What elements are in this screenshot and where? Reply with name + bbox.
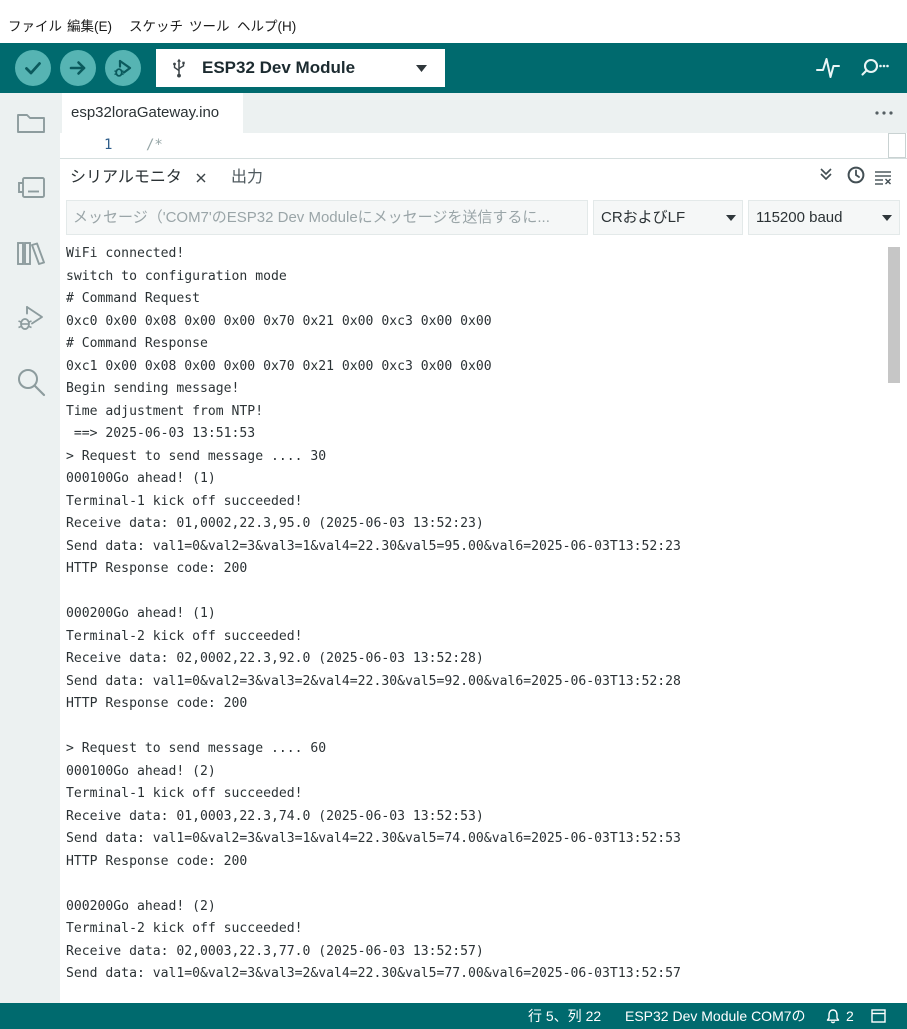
serial-output-line: switch to configuration mode <box>66 268 287 284</box>
toolbar: ESP32 Dev Module <box>0 43 907 93</box>
serial-output-line: ==> 2025-06-03 13:51:53 <box>66 426 256 441</box>
checkmark-icon <box>25 62 41 75</box>
serial-output-line: 000100Go ahead! (2) <box>66 763 216 779</box>
folder-icon[interactable] <box>14 106 48 140</box>
debug-icon <box>114 59 132 77</box>
serial-output-line <box>60 716 907 739</box>
serial-output-line: Terminal-1 kick off succeeded! <box>66 493 303 509</box>
menu-file[interactable]: ファイル <box>8 18 62 36</box>
serial-output-line: Receive data: 02,0003,22.3,77.0 (2025-06… <box>66 943 484 959</box>
serial-monitor-panel: シリアルモニタ 出力 CRおよびLF 115200 bau <box>60 159 907 1003</box>
menu-edit[interactable]: 編集(E) <box>67 18 112 36</box>
clock-icon[interactable] <box>847 166 865 184</box>
line-ending-value: CRおよびLF <box>601 209 686 226</box>
arrow-right-icon <box>69 61 86 75</box>
board-name: ESP32 Dev Module <box>202 58 356 77</box>
serial-output[interactable]: WiFi connected! switch to configuration m… <box>60 243 907 1003</box>
serial-output-line: HTTP Response code: 200 <box>66 561 248 576</box>
serial-output-line: # Command Response <box>66 336 208 351</box>
serial-output-line: Terminal-2 kick off succeeded! <box>66 921 303 936</box>
menu-tools[interactable]: ツール <box>189 18 230 36</box>
debug-icon[interactable] <box>14 301 48 335</box>
line-ending-select[interactable]: CRおよびLF <box>593 200 743 235</box>
serial-output-line: 0xc0 0x00 0x08 0x00 0x00 0x70 0x21 0x00 … <box>66 313 492 329</box>
serial-output-line <box>60 873 907 896</box>
output-scrollbar-thumb[interactable] <box>888 247 900 383</box>
baud-rate-select[interactable]: 115200 baud <box>748 200 900 235</box>
ellipsis-icon[interactable] <box>874 105 894 121</box>
serial-output-line: 000200Go ahead! (2) <box>66 898 216 914</box>
serial-output-line: 000200Go ahead! (1) <box>66 606 216 621</box>
debug-button[interactable] <box>105 50 141 86</box>
serial-output-line: > Request to send message .... 60 <box>66 741 327 756</box>
serial-output-line: HTTP Response code: 200 <box>66 853 248 869</box>
verify-button[interactable] <box>15 50 51 86</box>
board-port-status[interactable]: ESP32 Dev Module COM7の <box>625 1007 806 1025</box>
editor-scrollbar[interactable] <box>888 133 906 158</box>
usb-icon <box>173 58 185 78</box>
serial-output-line: > Request to send message .... 30 <box>66 448 327 464</box>
menu-bar: ファイル 編集(E) スケッチ ツール ヘルプ(H) <box>0 0 907 43</box>
close-icon[interactable] <box>195 172 207 184</box>
tab-output[interactable]: 出力 <box>231 168 263 188</box>
serial-output-line: WiFi connected! <box>66 246 185 261</box>
serial-output-line: 000100Go ahead! (1) <box>66 471 216 486</box>
menu-help[interactable]: ヘルプ(H) <box>237 18 296 36</box>
editor-tab-bar: esp32loraGateway.ino <box>60 93 907 133</box>
tab-serial-monitor[interactable]: シリアルモニタ <box>70 168 182 188</box>
serial-output-line: Terminal-1 kick off succeeded! <box>66 786 303 801</box>
sidebar <box>0 93 60 1003</box>
serial-output-line: Send data: val1=0&val2=3&val3=1&val4=22.… <box>66 538 681 554</box>
menu-sketch[interactable]: スケッチ <box>129 18 183 36</box>
editor-tab-label: esp32loraGateway.ino <box>71 104 220 121</box>
code-editor[interactable]: 1 /* <box>60 133 907 158</box>
serial-output-line: Receive data: 01,0002,22.3,95.0 (2025-06… <box>66 516 484 531</box>
serial-output-line: # Command Request <box>66 291 201 306</box>
bell-icon[interactable] <box>826 1008 840 1024</box>
caret-down-icon <box>726 215 736 221</box>
serial-output-line: Terminal-2 kick off succeeded! <box>66 628 303 644</box>
message-input[interactable] <box>66 200 588 235</box>
board-selector[interactable]: ESP32 Dev Module <box>156 49 445 87</box>
serial-output-line: Send data: val1=0&val2=3&val3=2&val4=22.… <box>66 673 681 689</box>
cursor-position[interactable]: 行 5、列 22 <box>528 1007 601 1025</box>
serial-output-line: Send data: val1=0&val2=3&val3=1&val4=22.… <box>66 831 681 846</box>
line-number: 1 <box>104 137 113 153</box>
serial-output-line: HTTP Response code: 200 <box>66 696 248 711</box>
serial-output-line: Time adjustment from NTP! <box>66 403 264 419</box>
editor-tab[interactable]: esp32loraGateway.ino <box>62 93 243 133</box>
code-line[interactable]: /* <box>146 136 163 154</box>
baud-rate-value: 115200 baud <box>756 209 843 226</box>
serial-monitor-icon[interactable] <box>858 54 890 82</box>
serial-plotter-icon[interactable] <box>814 54 842 82</box>
serial-output-line: Receive data: 01,0003,22.3,74.0 (2025-06… <box>66 808 484 824</box>
serial-output-line: Send data: val1=0&val2=3&val3=2&val4=22.… <box>66 966 681 981</box>
caret-down-icon <box>882 215 892 221</box>
upload-button[interactable] <box>60 50 96 86</box>
panel-header: シリアルモニタ 出力 <box>60 159 907 200</box>
double-chevron-down-icon[interactable] <box>819 167 833 181</box>
notification-count[interactable]: 2 <box>846 1007 854 1025</box>
search-icon[interactable] <box>14 365 48 399</box>
serial-output-line: Begin sending message! <box>66 381 240 396</box>
serial-output-line: 0xc1 0x00 0x08 0x00 0x00 0x70 0x21 0x00 … <box>66 358 492 374</box>
status-bar: 行 5、列 22 ESP32 Dev Module COM7の 2 <box>0 1003 907 1029</box>
caret-down-icon <box>416 65 427 72</box>
library-icon[interactable] <box>14 236 48 270</box>
board-icon[interactable] <box>14 170 48 204</box>
serial-output-line <box>60 581 907 604</box>
clear-icon[interactable] <box>874 169 892 185</box>
window-icon[interactable] <box>871 1009 886 1023</box>
serial-output-line: Receive data: 02,0002,22.3,92.0 (2025-06… <box>66 651 484 666</box>
